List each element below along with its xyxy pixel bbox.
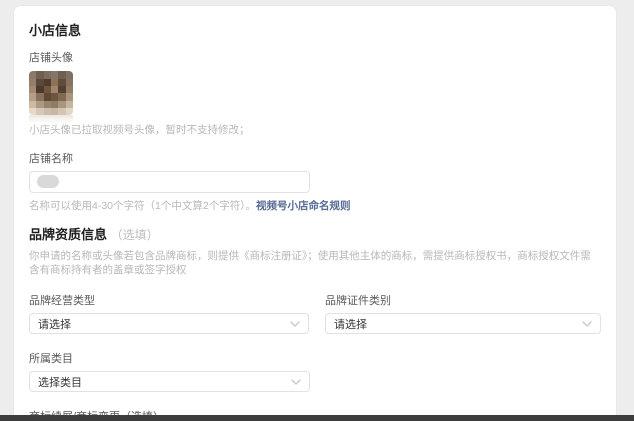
cert-type-select[interactable]: 请选择	[325, 313, 601, 334]
chevron-down-icon	[291, 379, 301, 385]
brand-info-title-text: 品牌资质信息	[29, 227, 107, 242]
shop-name-redacted-value	[37, 175, 59, 188]
avatar-note: 小店头像已拉取视频号头像，暂时不支持修改；	[29, 123, 601, 137]
brand-type-field: 品牌经营类型 请选择	[29, 295, 309, 334]
shop-avatar	[29, 71, 75, 123]
shop-avatar-image	[29, 71, 73, 115]
brand-info-description: 你申请的名称或头像若包含品牌商标，则提供《商标注册证》；使用其他主体的商标，需提…	[29, 249, 601, 277]
shop-name-label: 店铺名称	[29, 153, 601, 166]
shop-name-help: 名称可以使用4-30个字符（1个中文算2个字符）。视频号小店命名规则	[29, 200, 601, 214]
window-bottom-edge	[0, 415, 634, 421]
cert-type-label: 品牌证件类别	[325, 295, 601, 308]
category-select-value: 选择类目	[38, 374, 82, 390]
shop-name-input[interactable]	[29, 171, 310, 193]
brand-type-select[interactable]: 请选择	[29, 313, 309, 334]
chevron-down-icon	[290, 321, 300, 327]
brand-type-label: 品牌经营类型	[29, 295, 309, 308]
category-label: 所属类目	[29, 353, 601, 366]
shop-settings-card: 小店信息 店铺头像 小店头像已拉取视频号头像，暂时不支持修改； 店铺名称 名称可…	[13, 5, 617, 421]
cert-type-field: 品牌证件类别 请选择	[325, 295, 601, 334]
brand-info-optional-tag: （选填）	[111, 228, 159, 242]
naming-rules-link[interactable]: 视频号小店命名规则	[256, 200, 351, 212]
avatar-fade-decoration	[29, 115, 73, 123]
chevron-down-icon	[582, 321, 592, 327]
brand-info-section-title: 品牌资质信息 （选填）	[29, 227, 601, 243]
shop-name-help-text: 名称可以使用4-30个字符（1个中文算2个字符）。	[29, 200, 256, 212]
avatar-label: 店铺头像	[29, 52, 601, 65]
category-select[interactable]: 选择类目	[29, 371, 310, 392]
cert-type-select-value: 请选择	[334, 316, 367, 332]
brand-type-select-value: 请选择	[38, 316, 71, 332]
shop-info-section-title: 小店信息	[29, 23, 601, 39]
category-field: 所属类目 选择类目	[29, 353, 601, 392]
